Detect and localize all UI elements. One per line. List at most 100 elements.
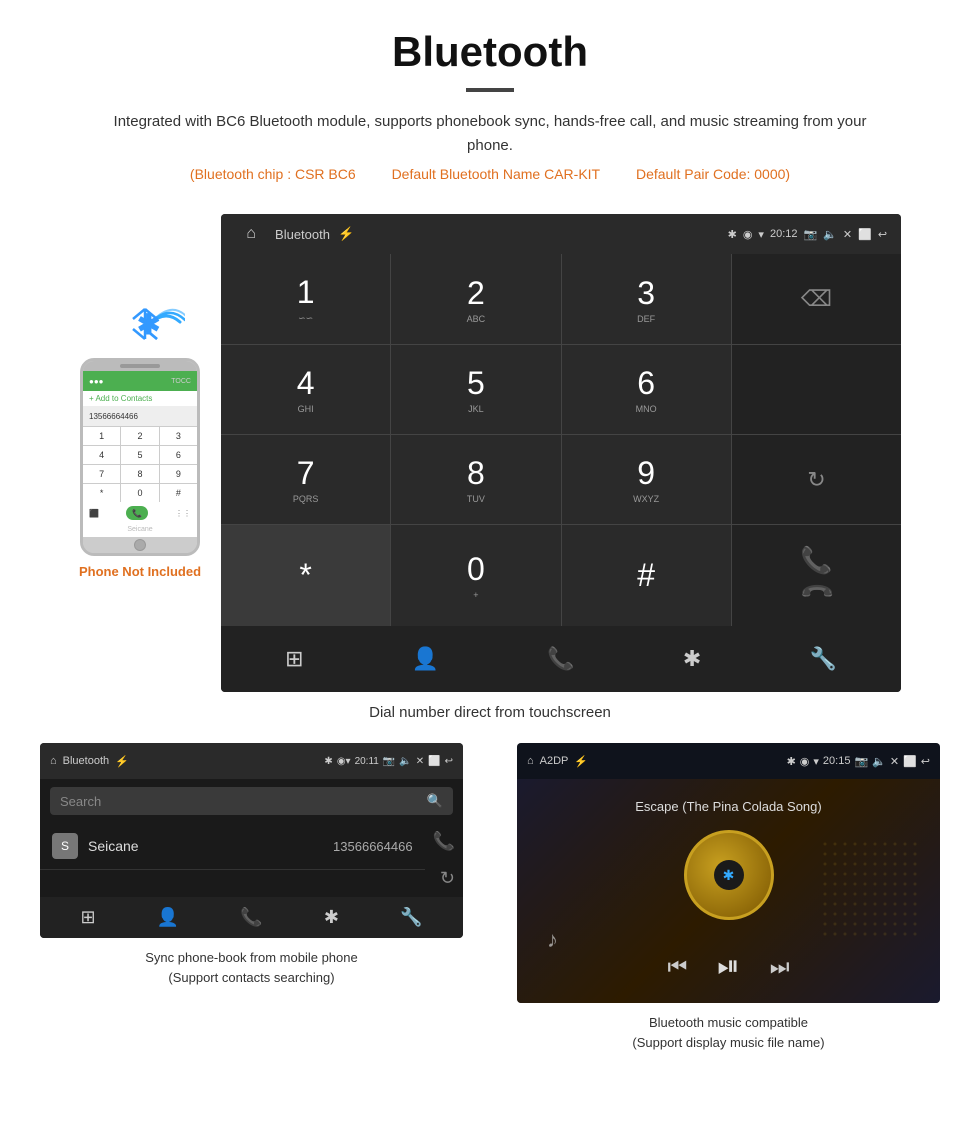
phone-nav-icon[interactable]: 📞 [531, 640, 590, 678]
pb-contact-phone: 13566664466 [333, 839, 413, 854]
dial-key-star[interactable]: * [221, 525, 390, 626]
pb-bt-icon: ✱ [324, 756, 332, 767]
pb-nav-contacts[interactable]: 👤 [157, 907, 179, 928]
pb-cam-icon: 📷 [383, 756, 395, 767]
pb-contact-list: S Seicane 13566664466 [40, 823, 425, 897]
pb-search-bar[interactable]: Search 🔍 [50, 787, 453, 815]
play-pause-button[interactable]: ⏯ [717, 950, 739, 983]
music-vol-icon: 🔈 [872, 755, 886, 768]
contacts-nav-icon[interactable]: 👤 [396, 640, 455, 678]
pb-home-icon[interactable]: ⌂ [50, 755, 57, 767]
specs-line: (Bluetooth chip : CSR BC6 Default Blueto… [0, 166, 980, 182]
pb-bottom-bar: ⊞ 👤 📞 ✱ 🔧 [40, 897, 463, 938]
phonebook-caption: Sync phone-book from mobile phone (Suppo… [40, 948, 463, 987]
dial-key-3[interactable]: 3 DEF [562, 254, 731, 344]
pb-status-bar: ⌂ Bluetooth ⚡ ✱ ◉▾ 20:11 📷 🔈 ✕ ⬜ ↩ [40, 743, 463, 779]
signal-icon: ▾ [758, 228, 764, 241]
pb-content-area: S Seicane 13566664466 📞 ↻ [40, 823, 463, 897]
pb-search-icon[interactable]: 🔍 [427, 793, 443, 809]
music-body: Escape (The Pina Colada Song) ✱ ♪ ⏮ ⏯ ⏭ [517, 779, 940, 1003]
description-text: Integrated with BC6 Bluetooth module, su… [110, 110, 870, 158]
pb-usb-icon: ⚡ [115, 755, 129, 768]
dial-key-2[interactable]: 2 ABC [391, 254, 560, 344]
pb-nav-bt[interactable]: ✱ [324, 907, 339, 928]
music-bt-album-icon: ✱ [723, 867, 735, 884]
music-back-icon: ↩ [921, 755, 930, 768]
pb-vol-icon: 🔈 [399, 756, 411, 767]
dial-empty-1 [732, 345, 901, 434]
pb-title: Bluetooth [63, 755, 109, 767]
skip-next-button[interactable]: ⏭ [770, 954, 790, 980]
dial-key-7[interactable]: 7 PQRS [221, 435, 390, 524]
music-cam-icon: 📷 [854, 755, 868, 768]
pb-nav-phone[interactable]: 📞 [240, 907, 262, 928]
back-icon: ↩ [878, 228, 887, 241]
home-button[interactable]: ⌂ [235, 220, 267, 248]
header-divider [466, 88, 514, 92]
music-status-bar: ⌂ A2DP ⚡ ✱ ◉ ▾ 20:15 📷 🔈 ✕ ⬜ ↩ [517, 743, 940, 779]
dial-key-8[interactable]: 8 TUV [391, 435, 560, 524]
dial-key-4[interactable]: 4 GHI [221, 345, 390, 434]
bluetooth-nav-icon[interactable]: ✱ [667, 640, 717, 678]
pb-contact-row[interactable]: S Seicane 13566664466 [40, 823, 425, 870]
music-album-art: ✱ [684, 830, 774, 920]
music-dots-pattern [820, 839, 920, 939]
phonebook-wrapper: ⌂ Bluetooth ⚡ ✱ ◉▾ 20:11 📷 🔈 ✕ ⬜ ↩ Searc… [40, 743, 463, 1052]
dial-status-bar: ⌂ Bluetooth ⚡ ✱ ◉ ▾ 20:12 📷 🔈 ✕ ⬜ ↩ [221, 214, 901, 254]
pb-nav-settings[interactable]: 🔧 [400, 907, 422, 928]
dialpad-nav-icon[interactable]: ⊞ [269, 640, 319, 678]
dial-call-buttons: 📞 📞 [732, 525, 901, 626]
music-title: A2DP [540, 755, 569, 767]
phone-mockup: ●●● TOCC + Add to Contacts 13566664466 1… [80, 358, 200, 556]
dial-caption: Dial number direct from touchscreen [0, 704, 980, 721]
usb-icon: ⚡ [338, 226, 354, 242]
pb-contact-name: Seicane [88, 838, 333, 854]
phone-call-bar: ⬛ 📞 ⋮⋮ [83, 502, 197, 524]
dial-screen: ⌂ Bluetooth ⚡ ✱ ◉ ▾ 20:12 📷 🔈 ✕ ⬜ ↩ 1 ∽∽ [221, 214, 901, 692]
music-win-icon: ⬜ [903, 755, 917, 768]
dial-screen-title: Bluetooth [275, 227, 330, 242]
music-screen: ⌂ A2DP ⚡ ✱ ◉ ▾ 20:15 📷 🔈 ✕ ⬜ ↩ [517, 743, 940, 1003]
dial-key-hash[interactable]: # [562, 525, 731, 626]
dial-key-5[interactable]: 5 JKL [391, 345, 560, 434]
settings-nav-icon[interactable]: 🔧 [793, 640, 852, 678]
close-icon: ✕ [843, 228, 852, 241]
phone-add-contact: + Add to Contacts [83, 391, 197, 407]
spec-name: Default Bluetooth Name CAR-KIT [392, 166, 601, 182]
music-time: 20:15 [823, 755, 851, 767]
phone-side: ✱ ●●● TOCC + Add to Contacts [79, 294, 201, 579]
pb-refresh-icon[interactable]: ↻ [440, 868, 455, 889]
music-wrapper: ⌂ A2DP ⚡ ✱ ◉ ▾ 20:15 📷 🔈 ✕ ⬜ ↩ [517, 743, 940, 1052]
skip-prev-button[interactable]: ⏮ [667, 954, 687, 980]
pb-right-icons: 📞 ↻ [425, 823, 463, 897]
pb-contact-avatar: S [52, 833, 78, 859]
music-bt-icon: ✱ [787, 755, 796, 768]
music-controls: ⏮ ⏯ ⏭ [667, 950, 789, 983]
spec-code: Default Pair Code: 0000) [636, 166, 790, 182]
dial-bottom-bar: ⊞ 👤 📞 ✱ 🔧 [221, 626, 901, 692]
end-call-button[interactable]: 📞 [798, 574, 836, 612]
pb-x-icon: ✕ [416, 756, 424, 767]
music-usb-icon: ⚡ [574, 755, 588, 768]
dial-key-9[interactable]: 9 WXYZ [562, 435, 731, 524]
dial-key-6[interactable]: 6 MNO [562, 345, 731, 434]
dial-redial[interactable]: ↻ [732, 435, 901, 524]
phone-label: Phone Not Included [79, 564, 201, 579]
spec-chip: (Bluetooth chip : CSR BC6 [190, 166, 356, 182]
music-home-icon[interactable]: ⌂ [527, 755, 534, 767]
phonebook-screen: ⌂ Bluetooth ⚡ ✱ ◉▾ 20:11 📷 🔈 ✕ ⬜ ↩ Searc… [40, 743, 463, 938]
music-album-inner: ✱ [714, 860, 744, 890]
phone-screen: ●●● TOCC + Add to Contacts 13566664466 1… [83, 371, 197, 537]
pb-call-icon[interactable]: 📞 [433, 831, 455, 852]
wifi-waves-icon: ✱ [95, 294, 185, 354]
music-x-icon: ✕ [890, 755, 899, 768]
dial-grid: 1 ∽∽ 2 ABC 3 DEF ⌫ 4 GHI 5 JKL [221, 254, 901, 626]
pb-nav-dialpad[interactable]: ⊞ [81, 907, 96, 928]
dial-key-0[interactable]: 0 + [391, 525, 560, 626]
phone-dialpad: 1 2 3 4 5 6 7 8 9 * 0 # [83, 427, 197, 502]
bottom-screenshots: ⌂ Bluetooth ⚡ ✱ ◉▾ 20:11 📷 🔈 ✕ ⬜ ↩ Searc… [40, 743, 940, 1052]
dial-display-area: ⌫ [732, 254, 901, 344]
main-screenshot-area: ✱ ●●● TOCC + Add to Contacts [40, 214, 940, 692]
answer-call-button[interactable]: 📞 [800, 545, 832, 576]
dial-key-1[interactable]: 1 ∽∽ [221, 254, 390, 344]
